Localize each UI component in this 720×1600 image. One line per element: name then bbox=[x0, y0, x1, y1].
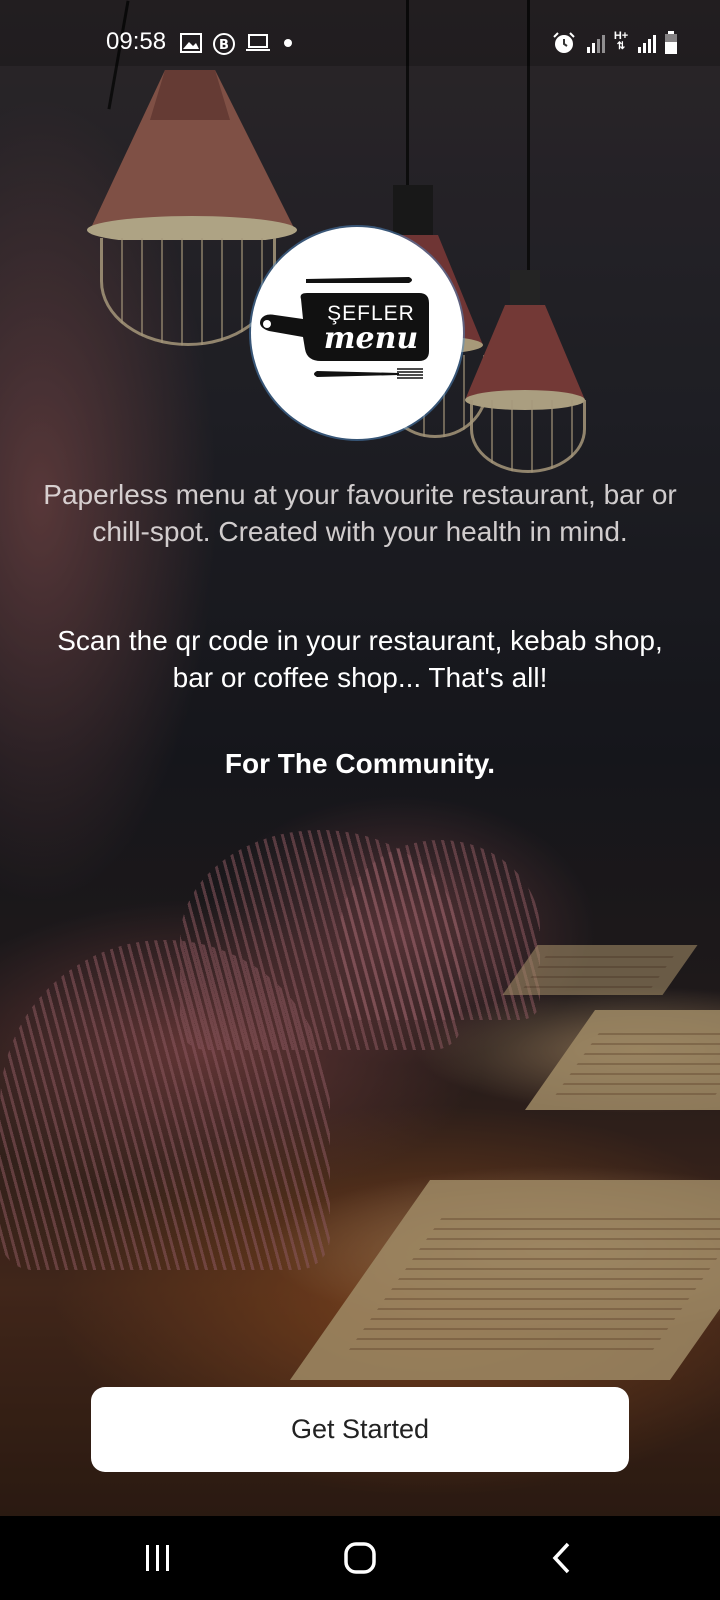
home-icon bbox=[344, 1542, 376, 1574]
alarm-icon bbox=[553, 32, 575, 53]
signal-icon bbox=[587, 35, 605, 53]
intro-text: Paperless menu at your favourite restaur… bbox=[43, 479, 677, 547]
app-screen: 09:58 B H+ ⇅ ŞEFLER menu Paperless menu … bbox=[0, 0, 720, 1600]
laptop-icon bbox=[246, 34, 270, 51]
community-tagline: For The Community. bbox=[224, 748, 496, 779]
app-logo: ŞEFLER menu bbox=[251, 227, 463, 439]
recents-icon bbox=[146, 1545, 169, 1571]
status-time: 09:58 bbox=[106, 28, 167, 55]
scan-instructions-text: Scan the qr code in your restaurant, keb… bbox=[57, 625, 663, 693]
navigation-bar bbox=[0, 1516, 720, 1600]
recents-button[interactable] bbox=[118, 1532, 198, 1584]
svg-text:B: B bbox=[219, 38, 229, 53]
logo-bottom-text: menu bbox=[323, 321, 419, 356]
status-bar: 09:58 B H+ ⇅ bbox=[0, 0, 720, 66]
signal-icon bbox=[638, 35, 656, 53]
back-button[interactable] bbox=[522, 1532, 602, 1584]
back-icon bbox=[552, 1542, 570, 1574]
b-badge-icon: B bbox=[213, 33, 235, 55]
home-button[interactable] bbox=[320, 1532, 400, 1584]
dot-icon bbox=[284, 39, 292, 47]
battery-icon bbox=[665, 31, 677, 54]
h-plus-data-icon: H+ ⇅ bbox=[613, 30, 629, 52]
get-started-button[interactable]: Get Started bbox=[91, 1387, 629, 1472]
image-icon bbox=[180, 33, 202, 53]
